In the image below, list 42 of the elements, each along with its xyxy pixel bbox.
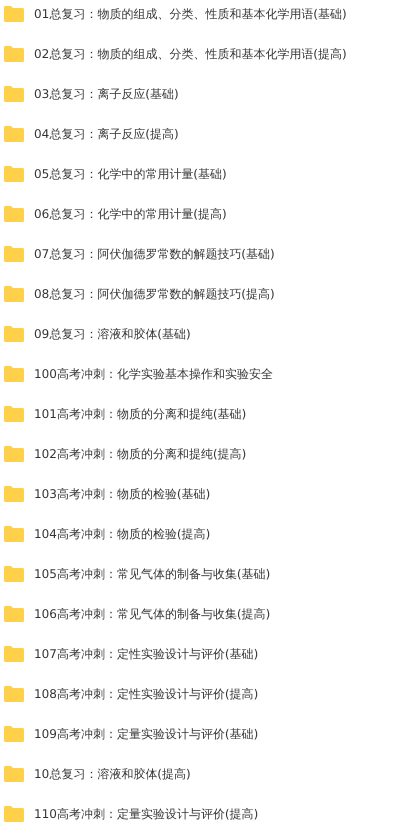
- folder-name[interactable]: 08总复习：阿伏伽德罗常数的解题技巧(提高): [34, 286, 275, 302]
- folder-icon: [4, 726, 24, 742]
- folder-name[interactable]: 104高考冲刺：物质的检验(提高): [34, 526, 210, 542]
- folder-name[interactable]: 05总复习：化学中的常用计量(基础): [34, 166, 227, 182]
- folder-icon: [4, 646, 24, 662]
- folder-name[interactable]: 103高考冲刺：物质的检验(基础): [34, 486, 210, 502]
- folder-icon: [4, 526, 24, 542]
- folder-name[interactable]: 102高考冲刺：物质的分离和提纯(提高): [34, 446, 246, 462]
- folder-icon: [4, 86, 24, 102]
- folder-icon: [4, 806, 24, 822]
- folder-name[interactable]: 02总复习：物质的组成、分类、性质和基本化学用语(提高): [34, 46, 347, 62]
- folder-icon: [4, 166, 24, 182]
- folder-icon: [4, 366, 24, 382]
- folder-name[interactable]: 105高考冲刺：常见气体的制备与收集(基础): [34, 566, 270, 582]
- folder-name[interactable]: 100高考冲刺：化学实验基本操作和实验安全: [34, 366, 273, 382]
- folder-name[interactable]: 109高考冲刺：定量实验设计与评价(基础): [34, 726, 258, 742]
- folder-name[interactable]: 110高考冲刺：定量实验设计与评价(提高): [34, 806, 258, 822]
- folder-icon: [4, 326, 24, 342]
- folder-icon: [4, 46, 24, 62]
- folder-name[interactable]: 07总复习：阿伏伽德罗常数的解题技巧(基础): [34, 246, 275, 262]
- folder-name[interactable]: 108高考冲刺：定性实验设计与评价(提高): [34, 686, 258, 702]
- folder-name[interactable]: 101高考冲刺：物质的分离和提纯(基础): [34, 406, 246, 422]
- folder-icon: [4, 126, 24, 142]
- folder-name[interactable]: 04总复习：离子反应(提高): [34, 126, 179, 142]
- folder-icon: [4, 766, 24, 782]
- folder-icon: [4, 6, 24, 22]
- folder-name[interactable]: 01总复习：物质的组成、分类、性质和基本化学用语(基础): [34, 6, 347, 22]
- folder-icon: [4, 606, 24, 622]
- folder-icon: [4, 566, 24, 582]
- folder-icon: [4, 246, 24, 262]
- folder-name[interactable]: 10总复习：溶液和胶体(提高): [34, 766, 191, 782]
- folder-icon: [4, 686, 24, 702]
- folder-icon: [4, 286, 24, 302]
- folder-name[interactable]: 107高考冲刺：定性实验设计与评价(基础): [34, 646, 258, 662]
- folder-name[interactable]: 09总复习：溶液和胶体(基础): [34, 326, 191, 342]
- folder-name[interactable]: 03总复习：离子反应(基础): [34, 86, 179, 102]
- folder-name[interactable]: 106高考冲刺：常见气体的制备与收集(提高): [34, 606, 270, 622]
- folder-icon: [4, 206, 24, 222]
- folder-name[interactable]: 06总复习：化学中的常用计量(提高): [34, 206, 227, 222]
- folder-icon: [4, 486, 24, 502]
- folder-icon: [4, 406, 24, 422]
- folder-icon: [4, 446, 24, 462]
